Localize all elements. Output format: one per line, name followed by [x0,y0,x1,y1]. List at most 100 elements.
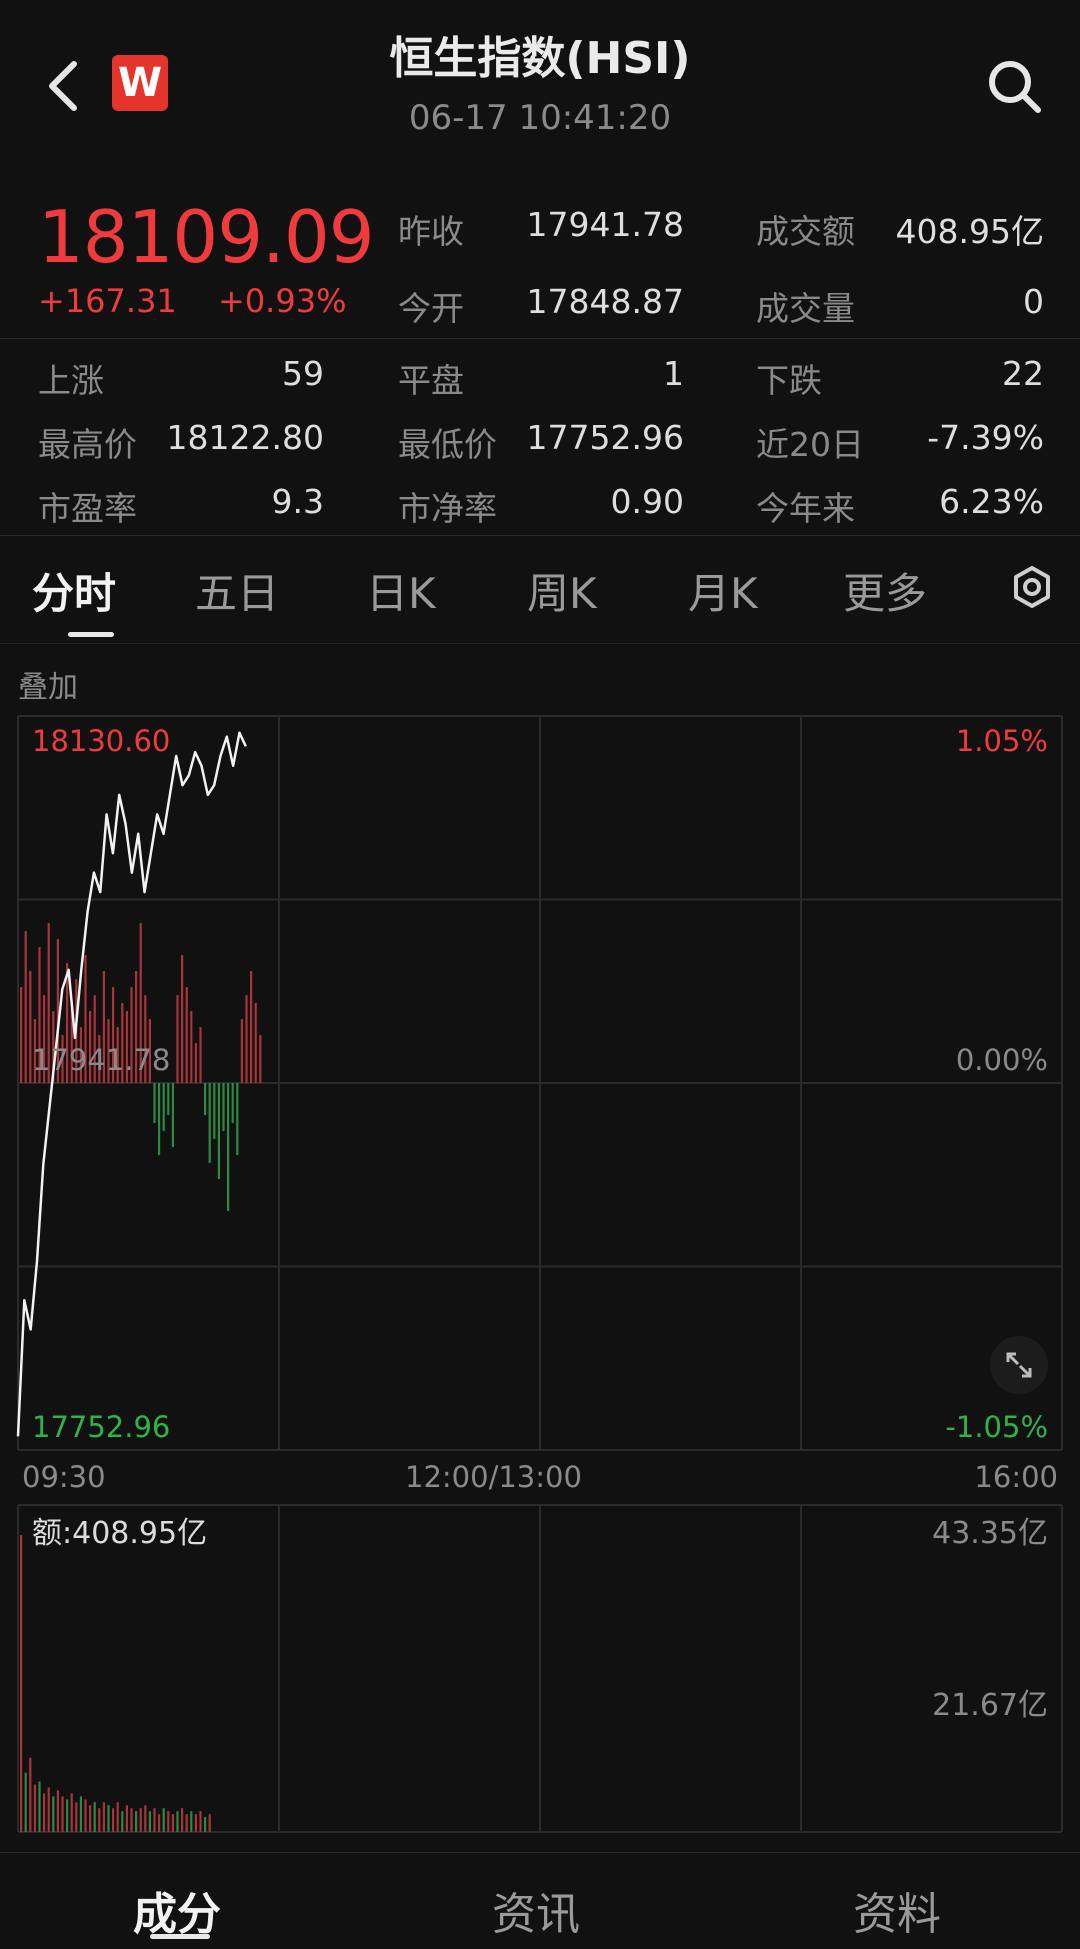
search-button[interactable] [984,56,1044,116]
volume-bar [199,1811,202,1832]
stat-label-unchanged: 平盘 [398,361,464,400]
volume-bar [84,1799,87,1832]
stat-label-advancers: 上涨 [38,361,104,400]
price-line [16,731,247,1437]
quote-timestamp: 06-17 10:41:20 [408,98,672,138]
breadth-bar [227,1083,230,1211]
chart-high-label: 18130.60 [32,724,171,758]
chart-low-pct: -1.05% [945,1410,1048,1444]
volume-bar [112,1808,115,1832]
stat-value-advancers: 59 [282,354,324,393]
tab-weekly-k[interactable]: 周K [527,560,597,621]
volume-bar [171,1814,174,1832]
volume-bar [176,1811,179,1832]
tab-daily-k[interactable]: 日K [366,560,436,621]
volume-bar [116,1802,119,1832]
volume-bar [135,1811,138,1832]
breadth-bar [199,1027,202,1083]
stat-label-high: 最高价 [38,425,137,464]
stat-value-low: 17752.96 [526,418,684,457]
volume-bar [148,1811,151,1832]
volume-bar [144,1805,147,1832]
stat-label-pe: 市盈率 [38,489,137,528]
volume-bar [75,1802,78,1832]
intraday-chart[interactable] [0,700,1080,1460]
tab-more[interactable]: 更多 [843,560,927,621]
volume-bar [93,1802,96,1832]
last-price: 18109.09 [38,195,375,279]
tab-monthly-k[interactable]: 月K [688,560,758,621]
volume-bar [167,1811,170,1832]
breadth-bar [162,1083,165,1131]
breadth-bar [153,1083,156,1123]
stat-label-open: 今开 [398,289,464,328]
volume-bar [139,1808,142,1832]
volume-bar [185,1814,188,1832]
chart-base-label: 17941.78 [32,1043,171,1077]
tab-5day[interactable]: 五日 [195,560,279,621]
divider [0,535,1080,536]
chart-grid [17,715,1063,1451]
volume-bar [29,1757,32,1832]
stat-value-high: 18122.80 [166,418,324,457]
chart-settings-button[interactable] [1010,565,1054,613]
volume-bar [52,1796,55,1832]
volume-bar [181,1808,184,1832]
price-change-percent: +0.93% [218,282,347,320]
volume-max-label: 43.35亿 [932,1516,1048,1551]
tab-intraday[interactable]: 分时 [32,560,116,621]
settings-icon [1014,566,1050,608]
volume-bar [38,1781,41,1832]
breadth-bar [254,1003,257,1083]
breadth-bar [222,1083,225,1131]
stat-label-prev-close: 昨收 [398,212,464,251]
bottom-tab-constituents[interactable]: 成分 [133,1878,221,1942]
stat-value-turnover: 408.95亿 [895,212,1044,251]
stat-value-open: 17848.87 [526,282,684,321]
breadth-bar [213,1083,216,1139]
breadth-bar [176,995,179,1083]
volume-bar [47,1787,50,1832]
breadth-bar [259,1035,262,1083]
fullscreen-button[interactable] [990,1336,1048,1394]
stat-value-volume: 0 [1023,282,1044,321]
expand-icon [1006,1352,1032,1378]
volume-bar [70,1793,73,1832]
volume-bar [24,1772,27,1832]
bottom-tab-indicator [150,1934,210,1939]
breadth-bar [167,1083,170,1115]
volume-bar [66,1799,69,1832]
bottom-tab-news[interactable]: 资讯 [492,1878,580,1942]
breadth-bar [231,1083,234,1123]
volume-bar [158,1814,161,1832]
bottom-tab-profile[interactable]: 资料 [853,1878,941,1942]
volume-bar [102,1802,105,1832]
stat-label-20day: 近20日 [756,425,864,464]
stat-value-pb: 0.90 [610,482,684,521]
volume-bar [79,1796,82,1832]
chart-high-pct: 1.05% [955,724,1048,758]
breadth-bar [240,1019,243,1083]
breadth-bar [185,987,188,1083]
volume-bar [61,1796,64,1832]
stat-value-pe: 9.3 [271,482,324,521]
stat-label-volume: 成交量 [756,289,855,328]
breadth-bar [250,971,253,1083]
breadth-bar [245,995,248,1083]
stat-value-prev-close: 17941.78 [526,205,684,244]
chart-low-label: 17752.96 [32,1410,171,1444]
divider [0,1852,1080,1853]
search-icon [989,61,1041,113]
stat-value-decliners: 22 [1002,354,1044,393]
volume-bar [56,1790,59,1832]
price-change: +167.31 [38,282,177,320]
breadth-bar [204,1083,207,1115]
volume-bar [98,1808,101,1832]
time-axis-end: 16:00 [974,1460,1058,1494]
time-axis-start: 09:30 [22,1460,106,1494]
breadth-bar [181,955,184,1083]
volume-mid-label: 21.67亿 [932,1688,1048,1723]
volume-bar [20,1535,23,1832]
volume-bar [190,1811,193,1832]
volume-bar [194,1814,197,1832]
